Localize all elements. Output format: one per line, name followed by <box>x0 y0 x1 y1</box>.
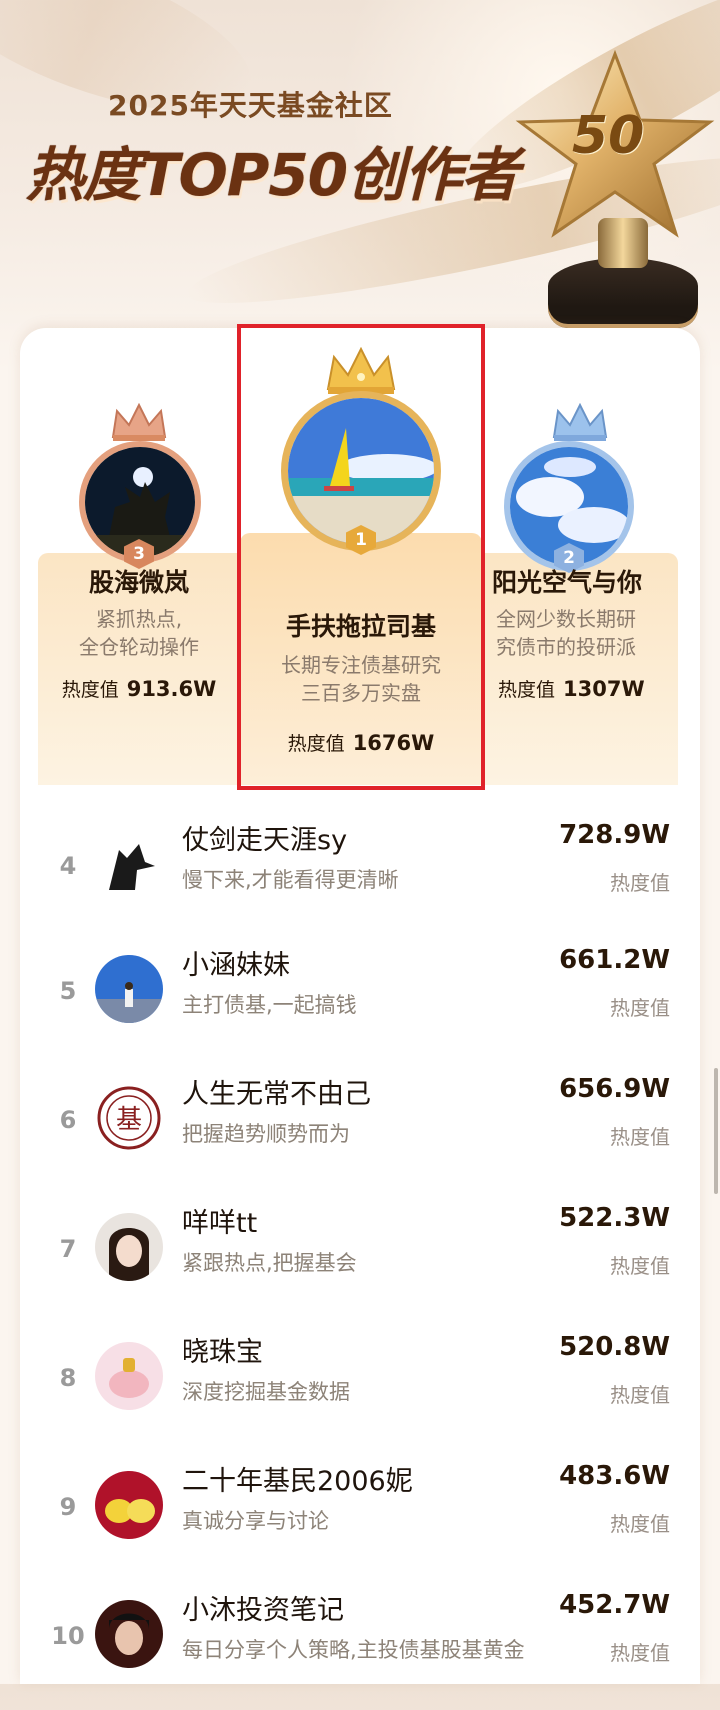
avatar <box>95 1213 163 1281</box>
list-item[interactable]: 5 小涵妹妹 主打债基,一起搞钱 661.2W 热度值 <box>20 937 700 1065</box>
trophy-icon: 50 <box>510 48 720 338</box>
heat-value: 452.7W <box>559 1590 670 1620</box>
list-item[interactable]: 7 咩咩tt 紧跟热点,把握基会 522.3W 热度值 <box>20 1195 700 1323</box>
highlight-box <box>237 324 485 790</box>
heat-label: 热度值 <box>610 871 670 895</box>
creator-desc: 每日分享个人策略,主投债基股基黄金 <box>182 1638 525 1662</box>
rank-number: 6 <box>59 1106 77 1134</box>
crown-icon <box>111 403 167 441</box>
list-item[interactable]: 8 晓珠宝 深度挖掘基金数据 520.8W 热度值 <box>20 1324 700 1452</box>
scrollbar[interactable] <box>714 1068 718 1194</box>
creator-desc: 把握趋势顺势而为 <box>182 1122 350 1146</box>
creator-name: 股海微岚 <box>88 568 189 597</box>
heat-label: 热度值 <box>610 1125 670 1149</box>
creator-desc: 慢下来,才能看得更清晰 <box>182 868 399 892</box>
list-item[interactable]: 9 二十年基民2006妮 真诚分享与讨论 483.6W 热度值 <box>20 1453 700 1581</box>
trophy-number: 50 <box>572 106 645 166</box>
podium-rank-2[interactable]: 2 阳光空气与你 全网少数长期研 究债市的投研派 热度值 1307W <box>482 403 678 785</box>
heat-value: 656.9W <box>559 1074 670 1104</box>
svg-text:基: 基 <box>116 1105 142 1135</box>
avatar <box>95 1471 163 1539</box>
creator-name: 人生无常不由己 <box>182 1079 371 1110</box>
creator-name: 小涵妹妹 <box>182 950 290 981</box>
heat-label: 热度值 <box>610 1383 670 1407</box>
creator-name: 阳光空气与你 <box>492 568 643 597</box>
rank-number: 8 <box>59 1364 77 1392</box>
list-item[interactable]: 6 基 人生无常不由己 把握趋势顺势而为 656.9W 热度值 <box>20 1066 700 1194</box>
banner-title: 热度TOP50创作者 <box>26 141 519 209</box>
list-item[interactable]: 10 小沐投资笔记 每日分享个人策略,主投债基股基黄金 452.7W 热度值 <box>20 1582 700 1710</box>
rank-number: 9 <box>59 1493 77 1521</box>
rank-number: 10 <box>51 1622 85 1650</box>
hero-banner: 2025年天天基金社区 热度TOP50创作者 50 <box>0 0 720 340</box>
rank-number: 4 <box>59 852 77 880</box>
creator-desc: 主打债基,一起搞钱 <box>182 993 357 1017</box>
creator-name: 仗剑走天涯sy <box>182 825 348 856</box>
heat-label: 热度值 <box>610 1641 670 1665</box>
avatar: 基 <box>95 1084 163 1152</box>
heat-label: 热度值 <box>610 1512 670 1536</box>
creator-name: 小沐投资笔记 <box>182 1595 344 1626</box>
heat-value: 728.9W <box>559 820 670 850</box>
creator-name: 晓珠宝 <box>182 1337 263 1368</box>
rank-number: 5 <box>59 977 77 1005</box>
creator-desc: 全网少数长期研 究债市的投研派 <box>496 607 636 659</box>
heat-label: 热度值 <box>610 1254 670 1278</box>
avatar <box>95 1600 163 1668</box>
avatar <box>95 955 163 1023</box>
list-item[interactable]: 4 仗剑走天涯sy 慢下来,才能看得更清晰 728.9W 热度值 <box>20 812 700 940</box>
avatar <box>95 830 163 898</box>
creator-desc: 深度挖掘基金数据 <box>182 1380 350 1404</box>
creator-name: 二十年基民2006妮 <box>182 1466 413 1497</box>
crown-icon <box>552 403 608 441</box>
creator-desc: 紧抓热点, 全仓轮动操作 <box>79 607 199 659</box>
heat-value: 661.2W <box>559 945 670 975</box>
heat-value: 热度值 1307W <box>498 677 645 701</box>
banner-subtitle: 2025年天天基金社区 <box>108 89 393 122</box>
heat-value: 热度值 913.6W <box>61 677 217 701</box>
rank-number: 7 <box>59 1235 77 1263</box>
creator-name: 咩咩tt <box>182 1208 258 1239</box>
avatar <box>95 1342 163 1410</box>
creator-desc: 真诚分享与讨论 <box>182 1509 329 1533</box>
heat-label: 热度值 <box>610 996 670 1020</box>
heat-value: 520.8W <box>559 1332 670 1362</box>
heat-value: 483.6W <box>559 1461 670 1491</box>
creator-desc: 紧跟热点,把握基会 <box>182 1251 357 1275</box>
podium-rank-3[interactable]: 3 股海微岚 紧抓热点, 全仓轮动操作 热度值 913.6W <box>38 403 240 785</box>
heat-value: 522.3W <box>559 1203 670 1233</box>
